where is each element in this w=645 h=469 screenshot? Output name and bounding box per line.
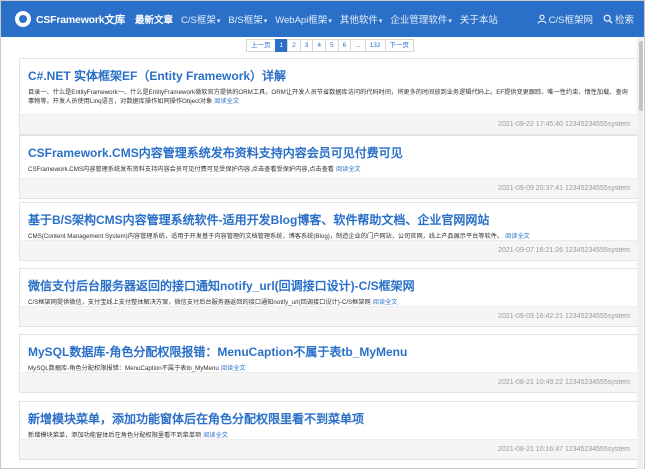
pager-page-6[interactable]: 6: [337, 39, 352, 52]
article-author: 12345234555system: [565, 185, 630, 192]
pager-ellipsis: ...: [350, 39, 366, 52]
article-card: 微信支付后台服务器返回的接口通知notify_url(回调接口设计)-C/S框架…: [19, 268, 639, 327]
nav-item-bs-framework[interactable]: B/S框架▾: [228, 12, 267, 26]
nav-item-cs-framework[interactable]: C/S框架▾: [181, 12, 220, 26]
article-meta: 2021-09-03 16:42:21 12345234555system: [20, 306, 638, 326]
user-link[interactable]: C/S框架网: [537, 12, 593, 26]
article-meta: 2021-09-22 17:45:40 12345234555system: [20, 114, 638, 134]
article-title[interactable]: 基于B/S架构CMS内容管理系统软件-适用开发Blog博客、软件帮助文档、企业官…: [20, 203, 638, 228]
article-title[interactable]: 微信支付后台服务器返回的接口通知notify_url(回调接口设计)-C/S框架…: [20, 269, 638, 294]
article-author: 12345234555system: [565, 379, 630, 386]
read-more-link[interactable]: 阅读全文: [505, 233, 530, 240]
user-icon: [537, 14, 547, 24]
nav-item-other-software[interactable]: 其他软件▾: [340, 12, 383, 26]
pager-prev-button[interactable]: 上一页: [246, 39, 276, 52]
pager-page-1[interactable]: 1: [274, 39, 289, 52]
article-card: 新增模块菜单，添加功能窗体后在角色分配权限里看不到菜单项 新增模块菜单，添加功能…: [19, 401, 639, 460]
read-more-link[interactable]: 阅读全文: [373, 299, 398, 306]
pager-next-button[interactable]: 下一页: [384, 39, 415, 52]
pager-page-3[interactable]: 3: [299, 39, 314, 52]
article-author: 12345234555system: [565, 313, 630, 320]
pagination: 上一页 1 2 3 4 5 6 ... 132 下一页: [246, 39, 415, 52]
article-meta: 2021-09-07 16:21:26 12345234555system: [20, 240, 638, 260]
scrollbar-thumb[interactable]: [639, 41, 643, 111]
pager-page-5[interactable]: 5: [325, 39, 339, 52]
article-date: 2021-08-21 10:16:47: [498, 446, 564, 453]
article-date: 2021-09-09 20:37:41: [498, 185, 564, 192]
read-more-link[interactable]: 阅读全文: [214, 98, 239, 105]
chevron-down-icon: ▾: [216, 18, 221, 25]
pager-page-2[interactable]: 2: [287, 39, 301, 52]
article-author: 12345234555system: [565, 446, 630, 453]
logo-icon: [15, 11, 31, 27]
article-title[interactable]: CSFramework.CMS内容管理系统发布资料支持内容会员可见付费可见: [20, 136, 638, 161]
nav-right: C/S框架网 检索: [527, 12, 634, 26]
top-navbar: CSFramework文库 最新文章 C/S框架▾ B/S框架▾ WebApi框…: [1, 1, 644, 37]
article-date: 2021-09-03 16:42:21: [498, 313, 564, 320]
nav-item-about[interactable]: 关于本站: [460, 12, 498, 26]
article-title[interactable]: MySQL数据库-角色分配权限报错：MenuCaption不属于表tb_MyMe…: [20, 335, 638, 360]
article-summary: CSFramework.CMS内容管理系统发布资料支持内容会员可见付费可见受保护…: [28, 166, 361, 173]
search-link[interactable]: 检索: [603, 12, 634, 26]
brand-name: CSFramework文库: [36, 13, 126, 26]
read-more-link[interactable]: 阅读全文: [203, 432, 228, 439]
chevron-down-icon: ▾: [328, 18, 332, 25]
article-title[interactable]: C#.NET 实体框架EF（Entity Framework）详解: [20, 59, 638, 84]
search-icon: [603, 14, 613, 24]
article-summary: 目录一、什么是EntityFramework一、什么是EntityFramewo…: [28, 89, 628, 105]
article-meta: 2021-09-09 20:37:41 12345234555system: [20, 178, 638, 198]
chevron-down-icon: ▾: [448, 18, 452, 25]
pager-page-last[interactable]: 132: [364, 39, 386, 52]
article-card: MySQL数据库-角色分配权限报错：MenuCaption不属于表tb_MyMe…: [19, 334, 639, 393]
article-date: 2021-09-07 16:21:26: [498, 247, 564, 254]
article-author: 12345234555system: [565, 121, 630, 128]
nav-item-latest[interactable]: 最新文章: [135, 12, 173, 26]
pager-page-4[interactable]: 4: [312, 39, 326, 52]
article-date: 2021-08-21 10:49:22: [498, 379, 564, 386]
article-title[interactable]: 新增模块菜单，添加功能窗体后在角色分配权限里看不到菜单项: [20, 402, 638, 427]
article-date: 2021-09-22 17:45:40: [498, 121, 564, 128]
read-more-link[interactable]: 阅读全文: [336, 166, 361, 173]
brand[interactable]: CSFramework文库: [15, 11, 125, 27]
article-card: C#.NET 实体框架EF（Entity Framework）详解 目录一、什么…: [19, 58, 639, 135]
chevron-down-icon: ▾: [378, 18, 383, 25]
article-meta: 2021-08-21 10:16:47 12345234555system: [20, 439, 638, 459]
article-card: CSFramework.CMS内容管理系统发布资料支持内容会员可见付费可见 CS…: [19, 135, 639, 199]
chevron-down-icon: ▾: [263, 18, 268, 25]
article-author: 12345234555system: [565, 247, 630, 254]
article-meta: 2021-08-21 10:49:22 12345234555system: [20, 372, 638, 392]
read-more-link[interactable]: 阅读全文: [221, 365, 246, 372]
nav-item-webapi-framework[interactable]: WebApi框架▾: [275, 12, 332, 26]
nav-item-enterprise-software[interactable]: 企业管理软件▾: [390, 12, 452, 26]
article-card: 基于B/S架构CMS内容管理系统软件-适用开发Blog博客、软件帮助文档、企业官…: [19, 202, 639, 261]
